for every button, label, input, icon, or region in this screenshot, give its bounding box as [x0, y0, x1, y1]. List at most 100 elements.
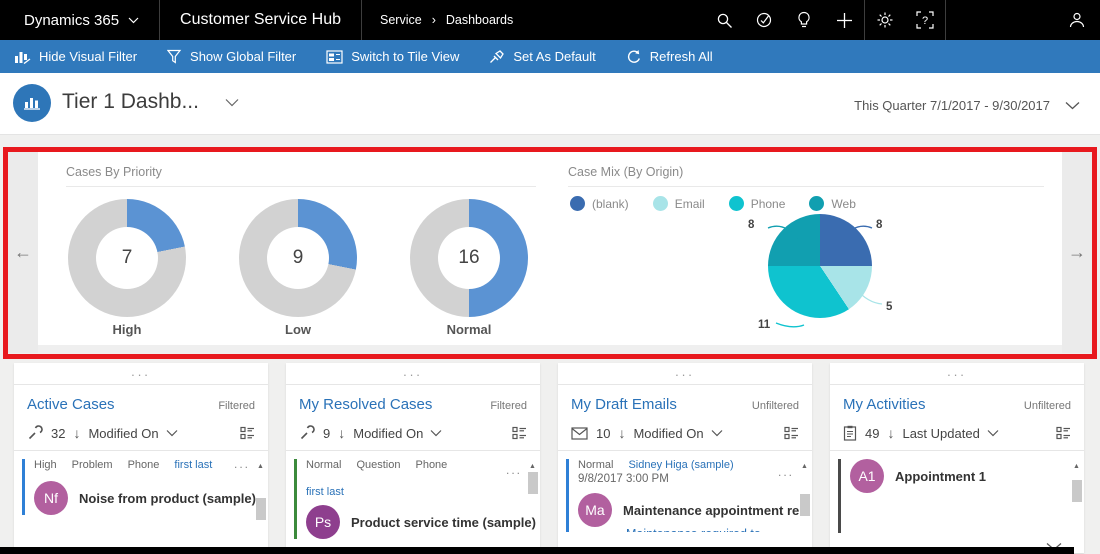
card-view-icon[interactable] — [1056, 426, 1071, 440]
carousel-next-button[interactable]: → — [1062, 152, 1092, 353]
donut-chart[interactable]: 16 — [410, 199, 528, 317]
funnel-icon — [167, 49, 182, 64]
circle-check-icon[interactable] — [744, 0, 784, 40]
donut-high[interactable]: 7 High — [68, 199, 186, 337]
item-tag: Question — [356, 459, 401, 471]
breadcrumb-page[interactable]: Dashboards — [446, 13, 513, 27]
stream-toolbar: 10 ↓ Modified On — [558, 418, 812, 450]
app-name[interactable]: Customer Service Hub — [159, 0, 362, 40]
charts-area: Cases By Priority 7 High 9 Low 16 Normal… — [38, 152, 1062, 353]
avatar[interactable]: A1 — [850, 459, 884, 493]
legend-item-phone[interactable]: Phone — [728, 196, 785, 211]
item-menu-button[interactable]: ... — [778, 465, 794, 479]
list-item[interactable]: A1 Appointment 1 — [838, 459, 1070, 533]
refresh-all-button[interactable]: Refresh All — [626, 49, 713, 65]
panel-menu-handle[interactable]: ... — [558, 363, 812, 384]
pie-data-label-blank: 8 — [876, 219, 883, 231]
sort-direction-icon[interactable]: ↓ — [618, 425, 625, 441]
item-contact-link[interactable]: first last — [174, 459, 212, 471]
stream-title[interactable]: My Activities — [843, 396, 926, 413]
help-icon[interactable]: ? — [905, 0, 945, 40]
card-view-icon[interactable] — [240, 426, 255, 440]
item-subtitle[interactable]: Maintenance required to repla... — [626, 527, 798, 532]
panel-menu-handle[interactable]: ... — [830, 363, 1084, 384]
item-contact-link[interactable]: Sidney Higa (sample) — [628, 459, 733, 471]
legend-item-email[interactable]: Email — [652, 196, 705, 211]
list-item[interactable]: Normal Sidney Higa (sample) 9/8/2017 3:0… — [566, 459, 810, 532]
divider — [14, 450, 268, 451]
card-view-icon[interactable] — [512, 426, 527, 440]
plus-icon[interactable] — [824, 0, 864, 40]
sort-field-dropdown[interactable]: Modified On — [633, 426, 722, 441]
cmd-label: Switch to Tile View — [351, 49, 460, 64]
dashboard-title-selector[interactable]: Tier 1 Dashb... — [62, 90, 239, 114]
donut-chart[interactable]: 9 — [239, 199, 357, 317]
item-title[interactable]: Product service time (sample) — [351, 515, 536, 530]
chart-title: Cases By Priority — [66, 165, 536, 187]
scrollbar-thumb[interactable] — [1071, 480, 1082, 502]
scrollbar-thumb[interactable] — [255, 498, 266, 520]
card-view-icon[interactable] — [784, 426, 799, 440]
donut-normal[interactable]: 16 Normal — [410, 199, 528, 337]
scroll-up-icon[interactable]: ▲ — [799, 463, 810, 470]
search-icon[interactable] — [704, 0, 744, 40]
list-item[interactable]: Normal Question Phone first last ... Ps … — [294, 459, 536, 539]
panel-menu-handle[interactable]: ... — [14, 363, 268, 384]
scrollbar[interactable]: ▲ — [799, 463, 810, 553]
scrollbar[interactable]: ▲ — [527, 463, 538, 553]
profile-icon[interactable] — [1054, 0, 1100, 40]
scroll-up-icon[interactable]: ▲ — [527, 463, 538, 470]
scrollbar-thumb[interactable] — [527, 472, 538, 494]
item-title[interactable]: Appointment 1 — [895, 469, 986, 484]
item-title[interactable]: Maintenance appointment re... — [623, 503, 810, 518]
switch-to-tile-view-button[interactable]: Switch to Tile View — [326, 49, 459, 64]
legend-item-blank[interactable]: (blank) — [570, 196, 629, 211]
sort-direction-icon[interactable]: ↓ — [887, 425, 894, 441]
pie-chart[interactable] — [768, 214, 872, 318]
set-as-default-button[interactable]: Set As Default — [489, 49, 596, 64]
sort-field-dropdown[interactable]: Last Updated — [902, 426, 999, 441]
stream-list: A1 Appointment 1 ▲ — [830, 459, 1084, 553]
lightbulb-icon[interactable] — [784, 0, 824, 40]
avatar[interactable]: Ma — [578, 493, 612, 527]
item-tag: High — [34, 459, 57, 471]
stream-title[interactable]: My Resolved Cases — [299, 396, 432, 413]
sort-field-dropdown[interactable]: Modified On — [88, 426, 177, 441]
sort-direction-icon[interactable]: ↓ — [73, 425, 80, 441]
avatar[interactable]: Nf — [34, 481, 68, 515]
item-contact-link[interactable]: first last — [306, 486, 344, 498]
show-global-filter-button[interactable]: Show Global Filter — [167, 49, 296, 64]
stream-title[interactable]: Active Cases — [27, 396, 115, 413]
chevron-down-icon — [166, 430, 177, 437]
record-count: 9 — [323, 425, 331, 441]
avatar[interactable]: Ps — [306, 505, 340, 539]
sort-field-dropdown[interactable]: Modified On — [353, 426, 442, 441]
sort-direction-icon[interactable]: ↓ — [338, 425, 345, 441]
panel-menu-handle[interactable]: ... — [286, 363, 540, 384]
item-menu-button[interactable]: ... — [234, 457, 250, 471]
item-title[interactable]: Noise from product (sample) — [79, 491, 256, 506]
scroll-up-icon[interactable]: ▲ — [255, 463, 266, 470]
gear-icon[interactable] — [865, 0, 905, 40]
stream-title[interactable]: My Draft Emails — [571, 396, 677, 413]
donut-chart[interactable]: 7 — [68, 199, 186, 317]
scrollbar[interactable]: ▲ — [255, 463, 266, 553]
breadcrumb-section[interactable]: Service — [380, 13, 422, 27]
carousel-prev-button[interactable]: ← — [8, 152, 38, 353]
stream-list: High Problem Phone first last ... Nf Noi… — [14, 457, 268, 553]
legend-label: Web — [831, 196, 856, 211]
cmd-label: Show Global Filter — [190, 49, 297, 64]
legend-item-web[interactable]: Web — [809, 196, 856, 211]
chevron-down-icon — [711, 430, 722, 437]
scrollbar[interactable]: ▲ — [1071, 463, 1082, 553]
date-range-filter[interactable]: This Quarter 7/1/2017 - 9/30/2017 — [854, 98, 1080, 113]
hide-visual-filter-button[interactable]: Hide Visual Filter — [14, 49, 137, 64]
list-item[interactable]: High Problem Phone first last ... Nf Noi… — [22, 457, 256, 515]
scroll-up-icon[interactable]: ▲ — [1071, 463, 1082, 470]
donut-low[interactable]: 9 Low — [239, 199, 357, 337]
scrollbar-thumb[interactable] — [799, 494, 810, 516]
right-arrow-icon: → — [1068, 242, 1086, 262]
item-menu-button[interactable]: ... — [506, 463, 522, 477]
dynamics-brand[interactable]: Dynamics 365 — [0, 0, 159, 40]
breadcrumb-separator: › — [431, 13, 436, 27]
